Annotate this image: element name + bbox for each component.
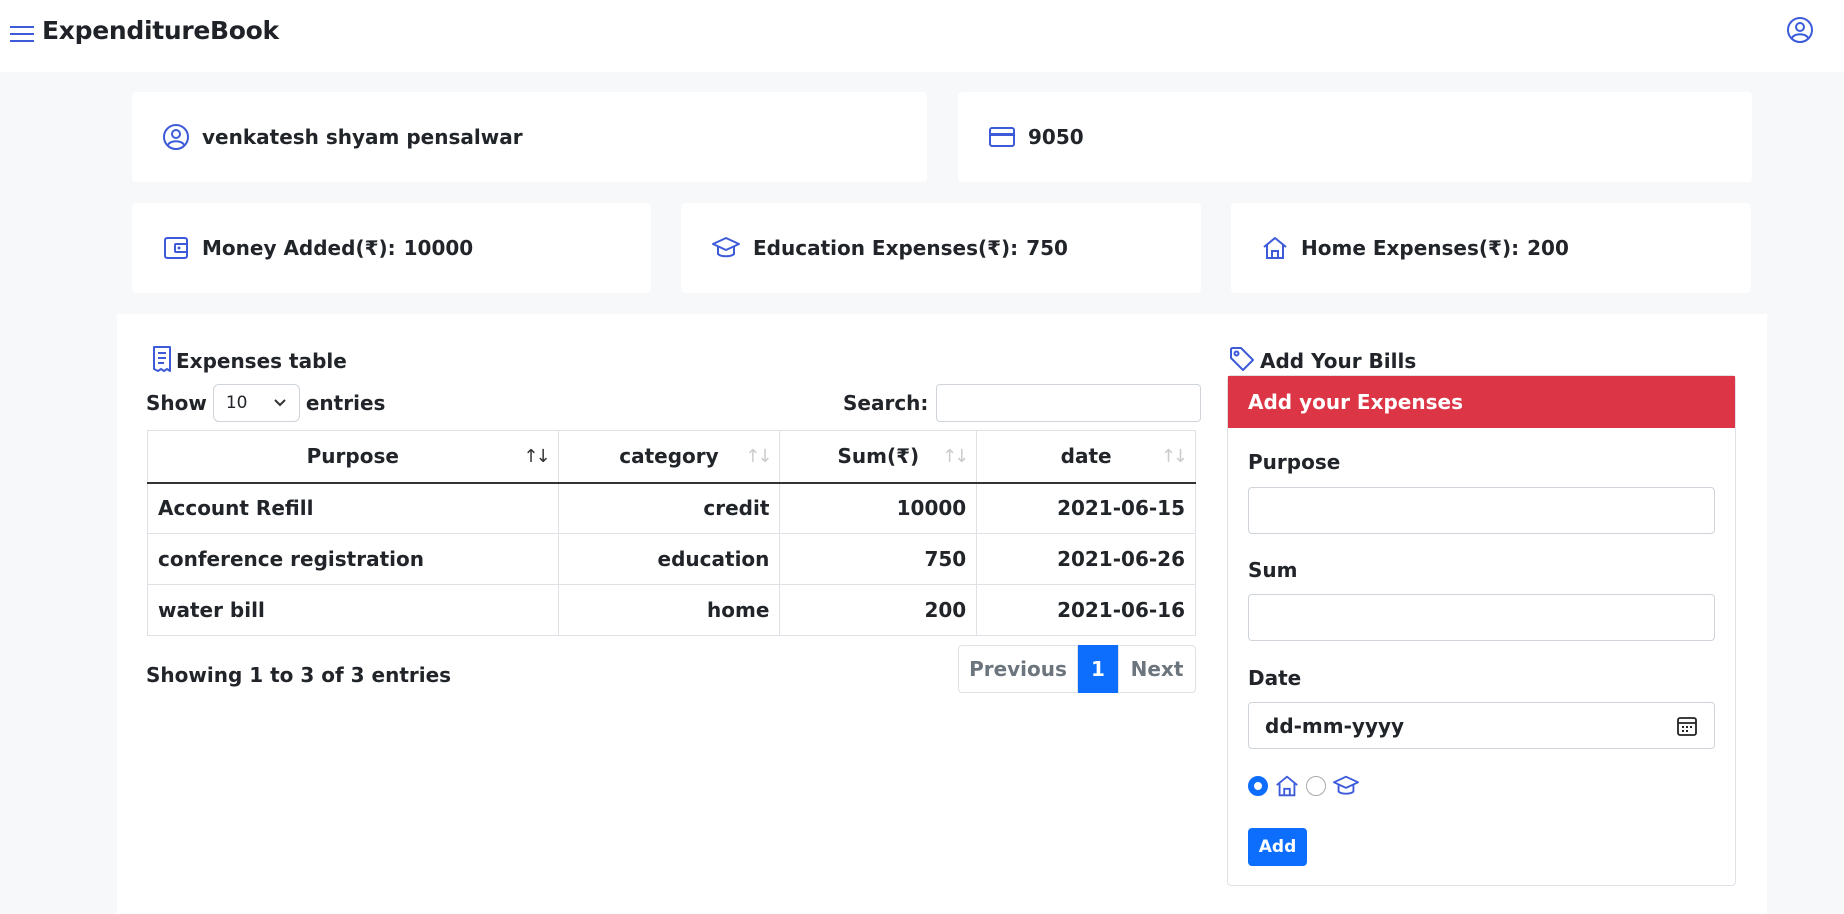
column-header-label: category (619, 444, 719, 469)
cell-category: education (557, 533, 781, 585)
entries-label: entries (305, 391, 386, 415)
date-label: Date (1248, 666, 1302, 690)
cell-purpose: Account Refill (147, 482, 559, 534)
page-size-control: Show 10 entries (146, 384, 385, 422)
cell-sum: 750 (779, 533, 978, 585)
cell-purpose: water bill (147, 584, 559, 636)
money-added-card: Money Added(₹): 10000 (132, 203, 651, 293)
purpose-input[interactable] (1248, 487, 1715, 534)
education-expenses-label: Education Expenses(₹): (753, 236, 1019, 260)
balance-value: 9050 (1028, 125, 1084, 149)
date-placeholder: dd-mm-yyyy (1265, 713, 1405, 738)
add-button[interactable]: Add (1248, 828, 1307, 866)
home-category-radio[interactable] (1248, 776, 1268, 796)
tag-icon (1230, 347, 1254, 371)
sort-icon: ↑↓ (523, 446, 550, 467)
home-expenses-card: Home Expenses(₹): 200 (1231, 203, 1751, 293)
cell-category: home (557, 584, 781, 636)
page-size-select[interactable]: 10 (212, 384, 300, 422)
cell-date: 2021-06-15 (976, 482, 1196, 534)
education-expenses-value: 750 (1026, 236, 1068, 260)
column-header-category[interactable]: category ↑↓ (557, 430, 781, 484)
add-expense-form: Add your Expenses Purpose Sum Date dd-mm… (1227, 375, 1736, 886)
money-added-label: Money Added(₹): (202, 236, 396, 260)
home-icon (1276, 775, 1298, 797)
column-header-label: date (1060, 444, 1112, 469)
receipt-icon (153, 346, 171, 372)
expenses-table-title-text: Expenses table (176, 349, 347, 373)
expenses-table: Purpose ↑↓ category ↑↓ Sum(₹) ↑↓ date ↑↓… (147, 430, 1196, 636)
chevron-down-icon (274, 399, 286, 407)
sum-label: Sum (1248, 558, 1298, 582)
home-expenses-label: Home Expenses(₹): (1301, 236, 1520, 260)
user-name-card: venkatesh shyam pensalwar (132, 92, 927, 182)
cell-purpose: conference registration (147, 533, 559, 585)
home-expenses-value: 200 (1527, 236, 1569, 260)
table-header-row: Purpose ↑↓ category ↑↓ Sum(₹) ↑↓ date ↑↓ (147, 430, 1196, 484)
graduation-cap-icon (1333, 775, 1359, 795)
wallet-icon (164, 237, 188, 259)
expenses-table-title: Expenses table (150, 345, 347, 373)
show-label: Show (146, 391, 207, 415)
column-header-purpose[interactable]: Purpose ↑↓ (147, 430, 559, 484)
column-header-label: Sum(₹) (837, 444, 920, 469)
sort-icon: ↑↓ (1160, 446, 1188, 467)
money-added-value: 10000 (403, 236, 474, 260)
previous-page-button[interactable]: Previous (958, 645, 1078, 693)
user-name: venkatesh shyam pensalwar (202, 125, 523, 149)
form-header: Add your Expenses (1228, 376, 1735, 428)
page-1-button[interactable]: 1 (1078, 645, 1118, 693)
balance-card: 9050 (958, 92, 1752, 182)
calendar-icon[interactable] (1676, 715, 1698, 737)
date-input[interactable]: dd-mm-yyyy (1248, 702, 1715, 749)
pagination: Previous 1 Next (958, 645, 1196, 693)
sum-input[interactable] (1248, 594, 1715, 641)
table-row: Account Refill credit 10000 2021-06-15 (147, 482, 1196, 534)
cell-date: 2021-06-26 (976, 533, 1196, 585)
cell-sum: 200 (779, 584, 978, 636)
cell-sum: 10000 (779, 482, 978, 534)
cell-category: credit (557, 482, 781, 534)
add-bills-title: Add Your Bills (1228, 345, 1416, 373)
category-radio-group (1248, 773, 1360, 799)
add-bills-title-text: Add Your Bills (1260, 349, 1417, 373)
home-icon (1263, 237, 1287, 259)
column-header-label: Purpose (306, 444, 399, 469)
user-profile-icon[interactable] (1786, 16, 1814, 44)
credit-card-icon (989, 127, 1015, 147)
graduation-cap-icon (712, 237, 740, 258)
table-row: water bill home 200 2021-06-16 (147, 584, 1196, 636)
table-row: conference registration education 750 20… (147, 533, 1196, 585)
search-label: Search: (843, 391, 929, 415)
app-title: ExpenditureBook (42, 16, 279, 45)
user-circle-icon (163, 124, 189, 150)
cell-date: 2021-06-16 (976, 584, 1196, 636)
table-info-text: Showing 1 to 3 of 3 entries (146, 663, 452, 687)
page-size-value: 10 (225, 393, 248, 413)
next-page-button[interactable]: Next (1118, 645, 1196, 693)
education-expenses-card: Education Expenses(₹): 750 (681, 203, 1201, 293)
sort-icon: ↑↓ (942, 446, 969, 467)
column-header-date[interactable]: date ↑↓ (976, 430, 1196, 484)
search-input[interactable] (936, 384, 1202, 422)
hamburger-menu-icon[interactable] (10, 25, 34, 43)
sort-icon: ↑↓ (745, 446, 772, 467)
purpose-label: Purpose (1248, 450, 1341, 474)
column-header-sum[interactable]: Sum(₹) ↑↓ (779, 430, 978, 484)
table-search: Search: (843, 384, 1202, 422)
top-navbar: ExpenditureBook (0, 0, 1844, 72)
education-category-radio[interactable] (1306, 776, 1326, 796)
